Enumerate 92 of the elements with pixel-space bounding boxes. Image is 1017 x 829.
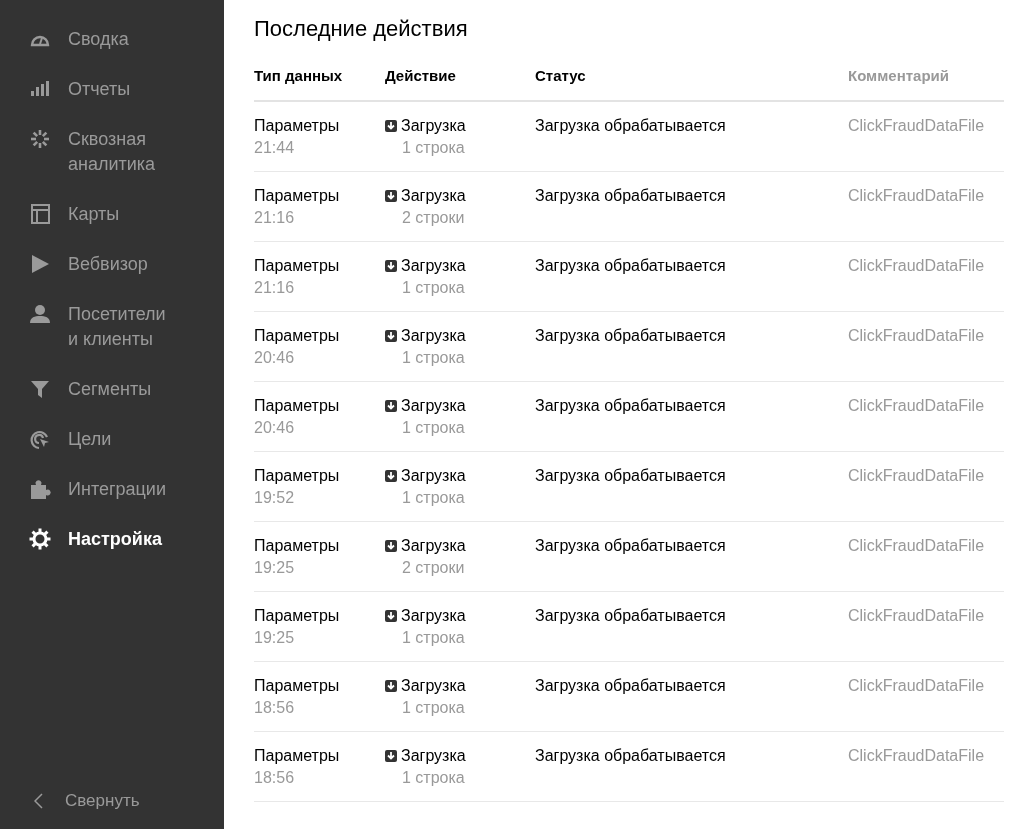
- row-count-text: 1 строка: [401, 698, 465, 718]
- puzzle-icon: [28, 477, 52, 501]
- time-text: 21:16: [254, 278, 295, 298]
- comment-text: ClickFraudDataFile: [848, 186, 985, 206]
- data-type-text: Параметры: [254, 536, 340, 556]
- row-count-text: 1 строка: [401, 488, 465, 508]
- data-type-text: Параметры: [254, 116, 340, 136]
- column-header: Действие: [385, 66, 457, 86]
- comment-text: ClickFraudDataFile: [848, 746, 985, 766]
- time-text: 20:46: [254, 348, 295, 368]
- time-text: 18:56: [254, 768, 295, 788]
- action-text: Загрузка: [401, 746, 466, 766]
- row-count-text: 1 строка: [401, 138, 465, 158]
- sidebar-item[interactable]: Посетители и клиенты: [0, 302, 178, 352]
- layout-icon: [28, 202, 52, 226]
- status-text: Загрузка обрабатывается: [535, 116, 726, 136]
- data-type-text: Параметры: [254, 606, 340, 626]
- action-text: Загрузка: [401, 116, 466, 136]
- row-count-text: 1 строка: [401, 768, 465, 788]
- action-text: Загрузка: [401, 466, 466, 486]
- download-icon: [385, 610, 397, 622]
- status-text: Загрузка обрабатывается: [535, 186, 726, 206]
- column-header: Комментарий: [848, 66, 950, 86]
- column-header: Тип данных: [254, 66, 344, 86]
- status-text: Загрузка обрабатывается: [535, 676, 726, 696]
- data-type-text: Параметры: [254, 186, 340, 206]
- time-text: 19:25: [254, 628, 295, 648]
- sidebar-item[interactable]: Цели: [0, 427, 178, 452]
- time-text: 18:56: [254, 698, 295, 718]
- chevron-left-icon: [34, 793, 43, 809]
- comment-text: ClickFraudDataFile: [848, 116, 985, 136]
- sidebar-item[interactable]: Настройка: [0, 527, 178, 552]
- person-icon: [28, 302, 52, 326]
- sidebar-item[interactable]: Отчеты: [0, 77, 178, 102]
- row-count-text: 1 строка: [401, 278, 465, 298]
- action-text: Загрузка: [401, 536, 466, 556]
- comment-text: ClickFraudDataFile: [848, 396, 985, 416]
- download-icon: [385, 680, 397, 692]
- comment-text: ClickFraudDataFile: [848, 536, 985, 556]
- comment-text: ClickFraudDataFile: [848, 676, 985, 696]
- action-text: Загрузка: [401, 186, 466, 206]
- row-count-text: 2 строки: [401, 208, 465, 228]
- download-icon: [385, 540, 397, 552]
- download-icon: [385, 120, 397, 132]
- download-icon: [385, 750, 397, 762]
- data-type-text: Параметры: [254, 676, 340, 696]
- sidebar-item[interactable]: Карты: [0, 202, 178, 227]
- download-icon: [385, 190, 397, 202]
- sidebar-item[interactable]: Вебвизор: [0, 252, 178, 277]
- time-text: 19:52: [254, 488, 295, 508]
- sidebar-item[interactable]: Интеграции: [0, 477, 178, 502]
- download-icon: [385, 260, 397, 272]
- comment-text: ClickFraudDataFile: [848, 326, 985, 346]
- time-text: 21:44: [254, 138, 295, 158]
- time-text: 20:46: [254, 418, 295, 438]
- action-text: Загрузка: [401, 396, 466, 416]
- sidebar-item[interactable]: Сегменты: [0, 377, 178, 402]
- status-text: Загрузка обрабатывается: [535, 606, 726, 626]
- sidebar-item[interactable]: Сводка: [0, 27, 178, 52]
- comment-text: ClickFraudDataFile: [848, 466, 985, 486]
- comment-text: ClickFraudDataFile: [848, 256, 985, 276]
- action-text: Загрузка: [401, 256, 466, 276]
- status-text: Загрузка обрабатывается: [535, 396, 726, 416]
- row-count-text: 1 строка: [401, 348, 465, 368]
- action-text: Загрузка: [401, 676, 466, 696]
- time-text: 19:25: [254, 558, 295, 578]
- data-type-text: Параметры: [254, 256, 340, 276]
- row-count-text: 1 строка: [401, 628, 465, 648]
- action-text: Загрузка: [401, 606, 466, 626]
- data-type-text: Параметры: [254, 466, 340, 486]
- action-text: Загрузка: [401, 326, 466, 346]
- download-icon: [385, 400, 397, 412]
- collapse-link[interactable]: Свернуть: [0, 791, 224, 811]
- download-icon: [385, 470, 397, 482]
- comment-text: ClickFraudDataFile: [848, 606, 985, 626]
- page-title: Последние действия: [254, 16, 469, 42]
- status-text: Загрузка обрабатывается: [535, 326, 726, 346]
- status-text: Загрузка обрабатывается: [535, 746, 726, 766]
- status-text: Загрузка обрабатывается: [535, 466, 726, 486]
- data-type-text: Параметры: [254, 746, 340, 766]
- column-header: Статус: [535, 66, 587, 86]
- time-text: 21:16: [254, 208, 295, 228]
- settings-icon: [28, 527, 52, 551]
- status-text: Загрузка обрабатывается: [535, 256, 726, 276]
- burst-icon: [28, 127, 52, 151]
- row-count-text: 2 строки: [401, 558, 465, 578]
- data-type-text: Параметры: [254, 326, 340, 346]
- data-type-text: Параметры: [254, 396, 340, 416]
- status-text: Загрузка обрабатывается: [535, 536, 726, 556]
- download-icon: [385, 330, 397, 342]
- row-count-text: 1 строка: [401, 418, 465, 438]
- sidebar-item[interactable]: Сквозная аналитика: [0, 127, 178, 177]
